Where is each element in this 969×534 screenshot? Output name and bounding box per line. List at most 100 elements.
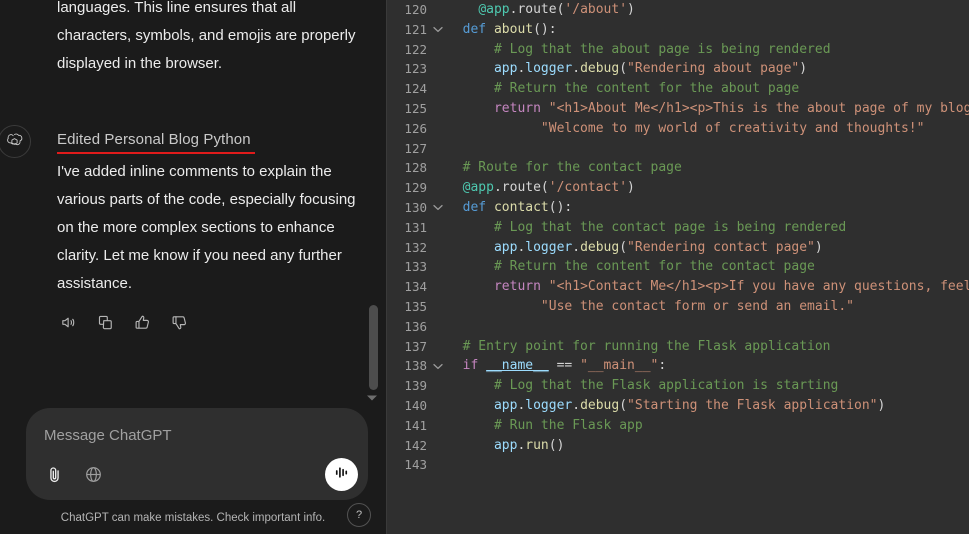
- code-line[interactable]: 124 # Return the content for the about p…: [387, 79, 969, 99]
- line-number: 128: [404, 160, 427, 176]
- code-line[interactable]: 129 @app.route('/contact'): [387, 178, 969, 198]
- code-line-text: def contact():: [462, 199, 573, 215]
- code-line[interactable]: 121 def about():: [387, 20, 969, 40]
- code-line[interactable]: 138 if __name__ == "__main__":: [387, 356, 969, 376]
- fold-chevron-down-icon[interactable]: [429, 26, 447, 33]
- voice-waveform-icon: [332, 463, 351, 487]
- attach-file-button[interactable]: [42, 465, 66, 489]
- code-line-text: # Return the content for the about page: [493, 81, 800, 97]
- line-number: 133: [404, 259, 427, 275]
- chat-panel: languages. This line ensures that all ch…: [0, 0, 386, 534]
- thumbs-down-button[interactable]: [168, 311, 190, 333]
- code-line[interactable]: 127: [387, 139, 969, 159]
- scroll-to-bottom-button[interactable]: [366, 390, 378, 401]
- line-number: 143: [404, 457, 427, 473]
- code-line[interactable]: 137 # Entry point for running the Flask …: [387, 337, 969, 357]
- assistant-reply-text: I've added inline comments to explain th…: [57, 163, 356, 292]
- code-line-text: "Welcome to my world of creativity and t…: [540, 120, 925, 136]
- message-composer[interactable]: Message ChatGPT: [26, 408, 368, 500]
- line-number: 125: [404, 100, 427, 116]
- code-line[interactable]: 140 app.logger.debug("Starting the Flask…: [387, 396, 969, 416]
- code-line-text: # Run the Flask app: [493, 417, 643, 433]
- code-line[interactable]: 136: [387, 317, 969, 337]
- line-number: 126: [404, 120, 427, 136]
- code-line[interactable]: 130 def contact():: [387, 198, 969, 218]
- line-number: 122: [404, 41, 427, 57]
- fold-chevron-down-icon[interactable]: [429, 204, 447, 211]
- disclaimer-text: ChatGPT can make mistakes. Check importa…: [60, 512, 326, 524]
- code-line[interactable]: 123 app.logger.debug("Rendering about pa…: [387, 59, 969, 79]
- code-line[interactable]: 125 return "<h1>About Me</h1><p>This is …: [387, 99, 969, 119]
- line-number: 129: [404, 180, 427, 196]
- composer-placeholder: Message ChatGPT: [44, 427, 172, 444]
- code-line-text: @app.route('/about'): [478, 2, 635, 17]
- line-number: 127: [404, 140, 427, 156]
- code-line-text: return "<h1>About Me</h1><p>This is the …: [493, 100, 969, 116]
- code-line-text: # Route for the contact page: [462, 160, 682, 176]
- voice-mode-button[interactable]: [325, 458, 358, 491]
- line-number: 135: [404, 298, 427, 314]
- thumbs-up-icon: [134, 314, 151, 331]
- code-line[interactable]: 132 app.logger.debug("Rendering contact …: [387, 238, 969, 258]
- code-line[interactable]: 134 return "<h1>Contact Me</h1><p>If you…: [387, 277, 969, 297]
- paperclip-icon: [45, 465, 64, 489]
- code-line[interactable]: 122 # Log that the about page is being r…: [387, 40, 969, 60]
- code-line-text: @app.route('/contact'): [462, 180, 635, 196]
- code-line-text: return "<h1>Contact Me</h1><p>If you hav…: [493, 279, 969, 295]
- browse-web-button[interactable]: [81, 465, 105, 489]
- assistant-avatar: [0, 125, 31, 158]
- copy-button[interactable]: [94, 311, 116, 333]
- code-line-text: app.logger.debug("Rendering contact page…: [493, 239, 823, 255]
- chat-message-list: languages. This line ensures that all ch…: [0, 0, 386, 400]
- line-number: 137: [404, 338, 427, 354]
- code-canvas-panel: 120 @app.route('/about') 121 def about():…: [386, 0, 969, 534]
- code-line-text: app.logger.debug("Rendering about page"): [493, 61, 808, 77]
- code-line-text: app.logger.debug("Starting the Flask app…: [493, 397, 886, 413]
- help-button[interactable]: ?: [347, 503, 371, 527]
- code-line[interactable]: 135 "Use the contact form or send an ema…: [387, 297, 969, 317]
- composer-tools: [42, 465, 105, 489]
- code-line[interactable]: 120 @app.route('/about'): [387, 0, 969, 20]
- code-editor[interactable]: 120 @app.route('/about') 121 def about():…: [387, 0, 969, 475]
- code-line[interactable]: 131 # Log that the contact page is being…: [387, 218, 969, 238]
- code-line[interactable]: 133 # Return the content for the contact…: [387, 257, 969, 277]
- globe-icon: [84, 465, 103, 489]
- openai-logo-icon: [5, 132, 24, 151]
- code-line-text: # Entry point for running the Flask appl…: [462, 338, 831, 354]
- thumbs-down-icon: [171, 314, 188, 331]
- chatgpt-canvas-window: languages. This line ensures that all ch…: [0, 0, 969, 534]
- line-number: 123: [404, 61, 427, 77]
- copy-icon: [97, 314, 114, 331]
- line-number: 141: [404, 417, 427, 433]
- code-line-text: if __name__ == "__main__":: [462, 358, 667, 374]
- code-line-text: app.run(): [493, 437, 565, 453]
- code-line[interactable]: 142 app.run(): [387, 436, 969, 456]
- line-number: 132: [404, 239, 427, 255]
- artifact-title[interactable]: Edited Personal Blog Python: [57, 131, 251, 148]
- read-aloud-button[interactable]: [57, 311, 79, 333]
- line-number: 121: [404, 21, 427, 37]
- chevron-down-icon: [366, 390, 378, 407]
- line-number: 140: [404, 397, 427, 413]
- code-line[interactable]: 128 # Route for the contact page: [387, 158, 969, 178]
- line-number: 142: [404, 437, 427, 453]
- line-number: 130: [404, 199, 427, 215]
- code-line[interactable]: 126 "Welcome to my world of creativity a…: [387, 119, 969, 139]
- code-line-text: # Log that the Flask application is star…: [493, 378, 839, 394]
- fold-chevron-down-icon[interactable]: [429, 363, 447, 370]
- code-line-text: # Log that the contact page is being ren…: [493, 219, 847, 235]
- code-line-text: # Log that the about page is being rende…: [493, 41, 831, 57]
- line-number: 138: [404, 358, 427, 374]
- code-line[interactable]: 143: [387, 455, 969, 475]
- line-number: 136: [404, 318, 427, 334]
- previous-message-text: languages. This line ensures that all ch…: [57, 0, 356, 72]
- thumbs-up-button[interactable]: [131, 311, 153, 333]
- chat-scrollbar[interactable]: [369, 0, 378, 390]
- code-line[interactable]: 141 # Run the Flask app: [387, 416, 969, 436]
- line-number: 131: [404, 219, 427, 235]
- speaker-icon: [60, 314, 77, 331]
- chat-scrollbar-thumb[interactable]: [369, 305, 378, 390]
- line-number: 139: [404, 378, 427, 394]
- line-number: 120: [404, 2, 427, 17]
- code-line[interactable]: 139 # Log that the Flask application is …: [387, 376, 969, 396]
